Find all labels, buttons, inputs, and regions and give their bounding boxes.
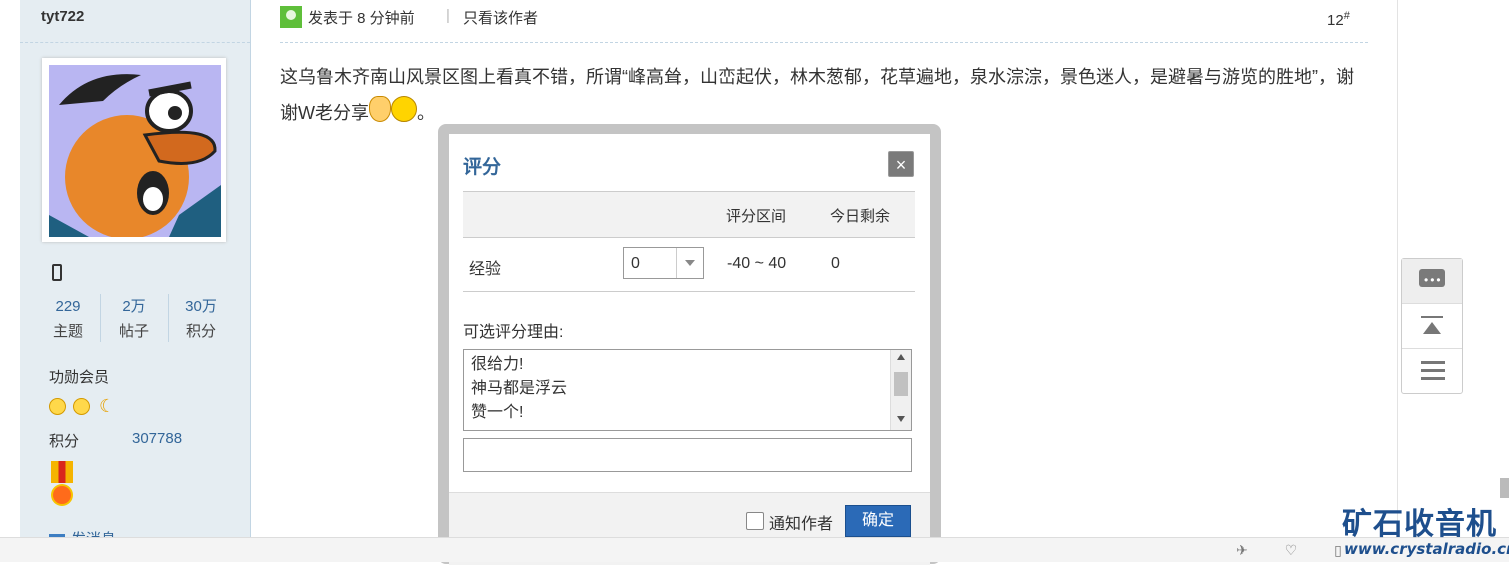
medal-disk-icon [53,486,71,504]
watermark-brand: 矿石收音机 [1342,507,1497,542]
rate-row-experience: 经验 0 -40 ~ 40 0 [463,237,915,292]
stat-topics[interactable]: 229 主题 [39,294,97,344]
post-time: 发表于 8 分钟前 [308,10,415,27]
floor-mark: # [1343,10,1350,22]
confirm-button[interactable]: 确定 [845,505,911,537]
page-scrollbar-thumb[interactable] [1500,478,1509,498]
victory-emoji-icon [369,96,391,122]
user-group[interactable]: 功勋会员 [49,366,109,387]
moon-rank-icon: ☾ [99,396,116,416]
list-icon-line [1421,377,1445,380]
comment-button[interactable]: ••• [1402,259,1462,304]
scroll-down-icon[interactable] [897,416,905,422]
floor-value: 12 [1327,12,1344,29]
medal-icon[interactable] [51,461,73,483]
scroll-up-icon[interactable] [897,354,905,360]
user-sidebar: tyt722 229 主题 2万 帖子 30万 积分 功勋会员 ☾ 积分 307… [20,0,251,561]
notify-author-checkbox[interactable] [746,512,764,530]
reason-list[interactable]: 很给力! 神马都是浮云 赞一个! [463,349,912,431]
floor-number[interactable]: 12# [1327,10,1350,29]
chevron-down-icon[interactable] [676,248,704,278]
reason-scrollbar[interactable] [890,350,911,430]
online-user-icon [280,6,302,28]
post-text-end: 。 [417,103,435,123]
heart-icon[interactable]: ♡ [1283,543,1299,557]
stat-credits[interactable]: 30万 积分 [172,294,230,344]
stat-posts-number: 2万 [122,298,146,315]
experience-label: 经验 [469,261,502,278]
list-icon [1421,361,1445,364]
reason-label: 可选评分理由: [463,324,564,341]
username[interactable]: tyt722 [41,8,84,25]
header-separator: | [446,7,450,24]
rate-table-header: 评分区间 今日剩余 [463,191,915,238]
bottom-status-bar: ✈ ♡ ▯ [0,537,1509,562]
phone-icon [52,264,62,281]
experience-score-select[interactable]: 0 [623,247,704,279]
stat-posts[interactable]: 2万 帖子 [105,294,163,344]
credit-value: 307788 [132,430,183,447]
reason-option[interactable]: 神马都是浮云 [471,377,567,401]
watermark-url: www.crystalradio.cn [1344,540,1509,558]
reason-input[interactable] [463,438,912,472]
column-remaining: 今日剩余 [830,208,891,225]
rocket-icon[interactable]: ✈ [1234,543,1250,557]
stat-credits-label: 积分 [185,323,216,340]
stat-topics-number: 229 [55,298,81,315]
post-header-divider [280,42,1368,43]
list-button[interactable] [1402,349,1462,393]
rate-dialog: 评分 × 评分区间 今日剩余 经验 0 -40 ~ 40 0 可选评分理由: 很… [438,124,941,565]
avatar[interactable] [42,58,226,242]
smiley-rank-icon [49,398,66,415]
sidebar-divider [20,42,250,43]
stat-credits-number: 30万 [185,298,217,315]
notify-author-label[interactable]: 通知作者 [769,510,833,534]
floating-toolbar: ••• [1401,258,1463,394]
column-range: 评分区间 [726,208,787,225]
rate-dialog-body: 评分 × 评分区间 今日剩余 经验 0 -40 ~ 40 0 可选评分理由: 很… [449,134,930,565]
only-author-link[interactable]: 只看该作者 [463,7,538,28]
reason-option[interactable]: 赞一个! [471,401,523,425]
smiley-rank-icon [73,398,90,415]
back-to-top-arrow [1423,322,1441,334]
list-icon-line [1421,369,1445,372]
back-to-top-icon [1421,316,1443,318]
credit-label: 积分 [49,433,80,450]
experience-remaining: 0 [831,255,840,272]
stat-separator [100,294,101,342]
post-content: 这乌鲁木齐南山风景区图上看真不错，所谓“峰高耸，山峦起伏，林木葱郁，花草遍地，泉… [280,59,1368,131]
stat-topics-label: 主题 [52,323,83,340]
scroll-thumb[interactable] [894,372,908,396]
experience-range: -40 ~ 40 [727,255,787,272]
experience-score-value: 0 [631,255,640,272]
post-text: 这乌鲁木齐南山风景区图上看真不错，所谓“峰高耸，山峦起伏，林木葱郁，花草遍地，泉… [280,67,1354,123]
reason-option[interactable]: 很给力! [471,353,523,377]
content-border [1397,0,1398,561]
avatar-image [49,65,221,237]
stat-posts-label: 帖子 [118,323,149,340]
close-icon[interactable]: × [888,151,914,177]
back-to-top-button[interactable] [1402,304,1462,349]
avatar-cartoon-face [49,65,221,237]
stat-separator [168,294,169,342]
comment-icon-dots: ••• [1424,273,1443,287]
grin-emoji-icon [391,96,417,122]
dialog-title: 评分 [463,157,502,178]
